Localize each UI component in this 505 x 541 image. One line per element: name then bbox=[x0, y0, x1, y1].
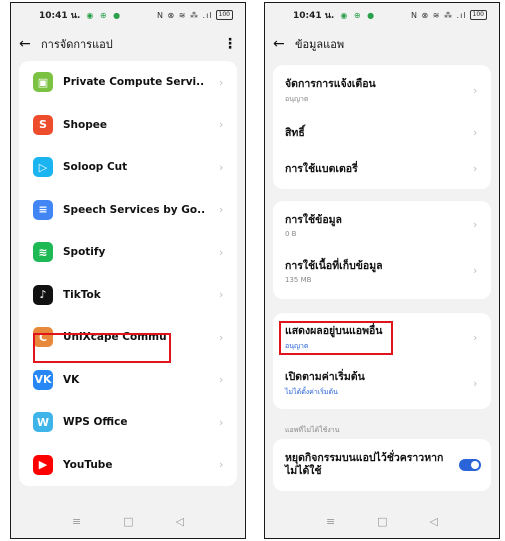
open-by-default-item[interactable]: เปิดตามค่าเริ่มต้น ไม่ได้ตั้งค่าเริ่มต้น… bbox=[273, 361, 491, 405]
app-list-item[interactable]: ▣ Private Compute Servi.. › bbox=[19, 61, 237, 104]
app-name: Shopee bbox=[63, 118, 108, 131]
app-management-screen: 10:41 น. ◉ ⊕ ● N ⊗ ≋ ⁂ .ıl 100 ← การจัดก… bbox=[10, 2, 246, 539]
app-name: Speech Services by Go.. bbox=[63, 203, 206, 216]
back-nav-icon[interactable]: ◁ bbox=[430, 515, 438, 528]
app-list-item[interactable]: ♪ TikTok › bbox=[19, 274, 237, 317]
item-label: การใช้เนื้อที่เก็บข้อมูล bbox=[285, 259, 383, 272]
app-name: Spotify bbox=[63, 246, 106, 259]
chevron-right-icon: › bbox=[473, 376, 478, 390]
app-name: Private Compute Servi.. bbox=[63, 76, 205, 89]
tiktok-icon: ♪ bbox=[33, 284, 53, 305]
notification-icons: ◉ ⊕ ● bbox=[86, 10, 123, 20]
system-icons: N ⊗ ≋ ⁂ .ıl bbox=[156, 10, 213, 20]
recents-icon[interactable]: ≡ bbox=[326, 515, 335, 528]
status-time: 10:41 น. bbox=[39, 11, 81, 21]
item-label: การใช้แบตเตอรี่ bbox=[285, 162, 358, 175]
item-sublabel: 0 B bbox=[285, 229, 297, 238]
battery-icon: 100 bbox=[469, 10, 487, 20]
chevron-right-icon: › bbox=[219, 203, 224, 217]
spotify-icon: ≋ bbox=[33, 242, 53, 263]
app-list-item[interactable]: S Shopee › bbox=[19, 104, 237, 147]
chevron-right-icon: › bbox=[473, 263, 478, 277]
status-time: 10:41 น. bbox=[293, 11, 335, 21]
item-label: เปิดตามค่าเริ่มต้น bbox=[285, 371, 365, 383]
item-label: การใช้ข้อมูล bbox=[285, 213, 342, 226]
chevron-right-icon: › bbox=[219, 245, 224, 259]
chevron-right-icon: › bbox=[473, 161, 478, 175]
more-options-icon[interactable]: ⋮ bbox=[223, 36, 237, 52]
data-usage-item[interactable]: การใช้ข้อมูล 0 B › bbox=[273, 201, 491, 247]
app-list: ▣ Private Compute Servi.. › S Shopee › ▷ Soloop… bbox=[19, 61, 237, 486]
app-name: TikTok bbox=[63, 288, 101, 301]
chevron-right-icon: › bbox=[219, 75, 224, 89]
storage-usage-item[interactable]: การใช้เนื้อที่เก็บข้อมูล 135 MB › bbox=[273, 247, 491, 293]
chevron-right-icon: › bbox=[219, 118, 224, 132]
settings-card-usage: การใช้ข้อมูล 0 B › การใช้เนื้อที่เก็บข้อ… bbox=[273, 201, 491, 299]
home-icon[interactable]: □ bbox=[377, 515, 387, 528]
system-icons: N ⊗ ≋ ⁂ .ıl bbox=[410, 10, 467, 20]
chevron-right-icon: › bbox=[473, 83, 478, 97]
nav-bar: ≡ □ ◁ bbox=[265, 504, 499, 538]
app-list-item[interactable]: ≡ Speech Services by Go.. › bbox=[19, 189, 237, 232]
highlight-box bbox=[279, 321, 393, 355]
page-title: การจัดการแอป bbox=[41, 38, 113, 51]
youtube-icon: ▶ bbox=[33, 454, 53, 475]
back-arrow-icon[interactable]: ← bbox=[19, 36, 41, 52]
shopee-icon: S bbox=[33, 114, 53, 135]
item-sublabel: ไม่ได้ตั้งค่าเริ่มต้น bbox=[285, 388, 338, 396]
battery-usage-item[interactable]: การใช้แบตเตอรี่ › bbox=[273, 149, 491, 187]
chevron-right-icon: › bbox=[219, 288, 224, 302]
app-list-item[interactable]: ▷ Soloop Cut › bbox=[19, 146, 237, 189]
soloop-icon: ▷ bbox=[33, 157, 53, 178]
page-title: ข้อมูลแอพ bbox=[295, 38, 345, 51]
settings-card-notifications: จัดการการแจ้งเตือน อนุญาต › สิทธิ์ › การ… bbox=[273, 65, 491, 189]
manage-notifications-item[interactable]: จัดการการแจ้งเตือน อนุญาต › bbox=[273, 65, 491, 115]
battery-icon: 100 bbox=[215, 10, 233, 20]
app-list-item[interactable]: W WPS Office › bbox=[19, 401, 237, 444]
chevron-right-icon: › bbox=[219, 415, 224, 429]
chevron-right-icon: › bbox=[219, 458, 224, 472]
home-icon[interactable]: □ bbox=[123, 515, 133, 528]
chevron-right-icon: › bbox=[473, 217, 478, 231]
pause-activity-toggle[interactable] bbox=[459, 459, 481, 471]
wps-office-icon: W bbox=[33, 412, 53, 433]
app-name: WPS Office bbox=[63, 416, 128, 429]
back-nav-icon[interactable]: ◁ bbox=[176, 515, 184, 528]
notification-icons: ◉ ⊕ ● bbox=[340, 10, 377, 20]
app-list-item[interactable]: ▶ YouTube › bbox=[19, 444, 237, 487]
chevron-right-icon: › bbox=[219, 160, 224, 174]
item-label: สิทธิ์ bbox=[285, 126, 305, 139]
app-name: Soloop Cut bbox=[63, 161, 128, 174]
app-name: YouTube bbox=[63, 458, 113, 471]
vk-icon: VK bbox=[33, 369, 53, 390]
chevron-right-icon: › bbox=[219, 373, 224, 387]
item-label: หยุดกิจกรรมบนแอปไว้ชั่วคราวหากไม่ได้ใช้ bbox=[285, 452, 444, 477]
chevron-right-icon: › bbox=[473, 125, 478, 139]
item-sublabel: อนุญาต bbox=[285, 95, 309, 103]
highlight-box bbox=[33, 333, 171, 363]
status-bar: 10:41 น. ◉ ⊕ ● N ⊗ ≋ ⁂ .ıl 100 bbox=[265, 3, 499, 27]
status-bar: 10:41 น. ◉ ⊕ ● N ⊗ ≋ ⁂ .ıl 100 bbox=[11, 3, 245, 27]
section-label: แอพที่ไม่ได้ใช้งาน bbox=[285, 426, 340, 434]
chevron-right-icon: › bbox=[219, 330, 224, 344]
nav-bar: ≡ □ ◁ bbox=[11, 504, 245, 538]
permissions-item[interactable]: สิทธิ์ › bbox=[273, 115, 491, 149]
private-compute-icon: ▣ bbox=[33, 72, 53, 93]
settings-card-unused: หยุดกิจกรรมบนแอปไว้ชั่วคราวหากไม่ได้ใช้ bbox=[273, 439, 491, 491]
pause-app-activity-item[interactable]: หยุดกิจกรรมบนแอปไว้ชั่วคราวหากไม่ได้ใช้ bbox=[273, 439, 491, 491]
item-label: จัดการการแจ้งเตือน bbox=[285, 78, 376, 90]
app-bar: ← การจัดการแอป ⋮ bbox=[11, 27, 245, 61]
chevron-right-icon: › bbox=[473, 330, 478, 344]
recents-icon[interactable]: ≡ bbox=[72, 515, 81, 528]
app-info-screen: 10:41 น. ◉ ⊕ ● N ⊗ ≋ ⁂ .ıl 100 ← ข้อมูลแ… bbox=[264, 2, 500, 539]
speech-services-icon: ≡ bbox=[33, 199, 53, 220]
back-arrow-icon[interactable]: ← bbox=[273, 36, 295, 52]
app-bar: ← ข้อมูลแอพ bbox=[265, 27, 499, 61]
item-sublabel: 135 MB bbox=[285, 275, 312, 284]
app-list-item[interactable]: ≋ Spotify › bbox=[19, 231, 237, 274]
app-name: VK bbox=[63, 373, 80, 386]
app-list-item[interactable]: VK VK › bbox=[19, 359, 237, 402]
